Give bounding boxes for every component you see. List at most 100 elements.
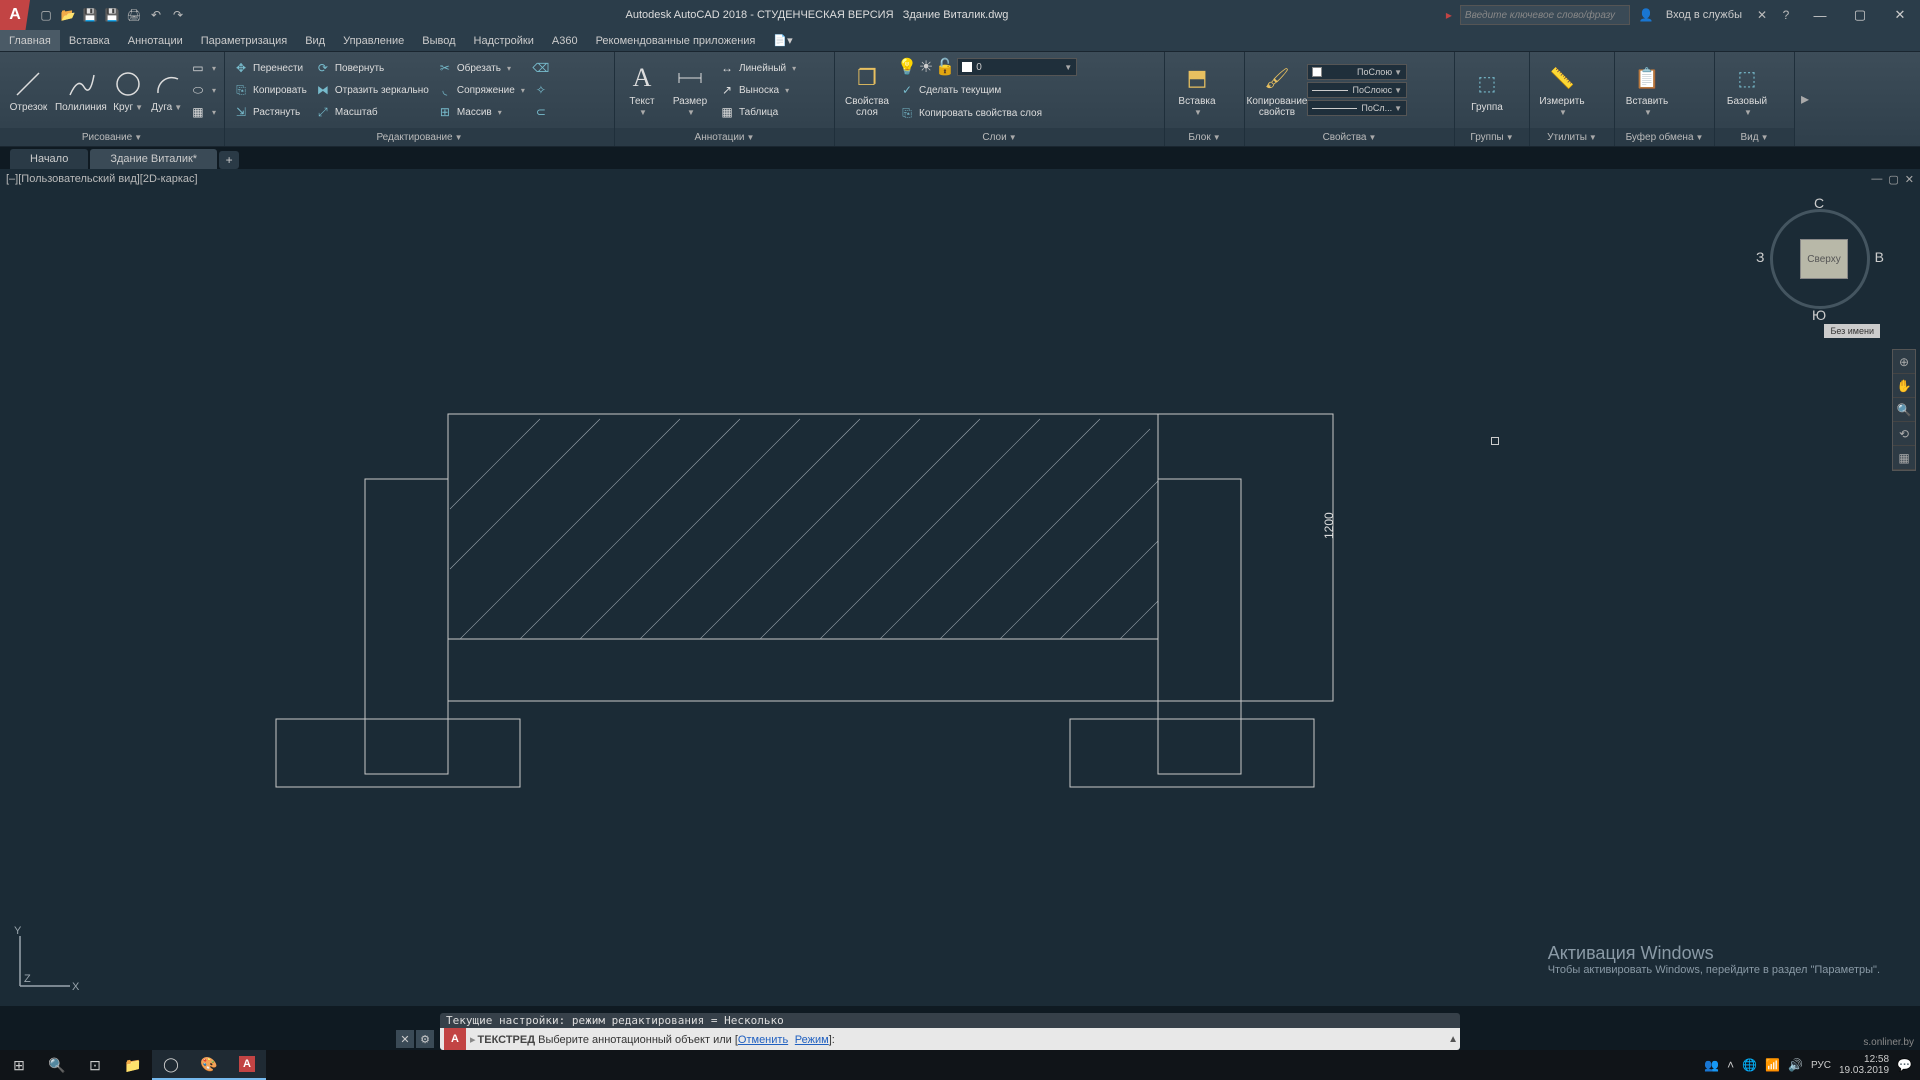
- tab-drawing[interactable]: Здание Виталик*: [90, 149, 217, 169]
- volume-icon[interactable]: 🔊: [1788, 1058, 1803, 1072]
- leader-button[interactable]: ↗Выноска▾: [717, 80, 798, 100]
- array-button[interactable]: ⊞Массив▾: [435, 102, 527, 122]
- pan-icon[interactable]: ✋: [1893, 374, 1915, 398]
- rotate-button[interactable]: ⟳Повернуть: [313, 58, 431, 78]
- rect-button[interactable]: ▭▾: [188, 58, 218, 78]
- arc-button[interactable]: Дуга▼: [149, 55, 184, 125]
- command-input[interactable]: ✕ ⚙ A ▸ ТЕКСТРЕД Выберите аннотационный …: [440, 1028, 1460, 1050]
- table-button[interactable]: ▦Таблица: [717, 102, 798, 122]
- offset-button[interactable]: ⊂: [531, 102, 551, 122]
- base-view-button[interactable]: ⬚ Базовый▼: [1721, 55, 1773, 125]
- text-button[interactable]: A Текст▼: [621, 55, 663, 125]
- explorer-icon[interactable]: 📁: [114, 1050, 152, 1080]
- tab-manage[interactable]: Управление: [334, 30, 413, 51]
- explode-button[interactable]: ✧: [531, 80, 551, 100]
- app2-icon[interactable]: 🎨: [190, 1050, 228, 1080]
- clock[interactable]: 12:58 19.03.2019: [1839, 1054, 1889, 1076]
- compass-east[interactable]: В: [1875, 249, 1884, 265]
- autocad-taskbar-icon[interactable]: A: [228, 1050, 266, 1080]
- layer-combo[interactable]: 0▼: [957, 58, 1077, 76]
- search-button[interactable]: 🔍: [38, 1050, 76, 1080]
- compass-north[interactable]: С: [1814, 195, 1824, 211]
- notifications-icon[interactable]: 💬: [1897, 1058, 1912, 1072]
- new-icon[interactable]: ▢: [38, 7, 54, 23]
- layer-props-button[interactable]: ❐ Свойства слоя: [841, 55, 893, 125]
- dimension-button[interactable]: Размер▼: [667, 55, 713, 125]
- saveas-icon[interactable]: 💾: [104, 7, 120, 23]
- tab-output[interactable]: Вывод: [413, 30, 464, 51]
- cmd-history-toggle[interactable]: ▲: [1448, 1034, 1458, 1045]
- line-button[interactable]: Отрезок: [6, 55, 51, 125]
- polyline-button[interactable]: Полилиния: [55, 55, 107, 125]
- network-icon[interactable]: 🌐: [1742, 1058, 1757, 1072]
- start-button[interactable]: ⊞: [0, 1050, 38, 1080]
- cmd-undo-link[interactable]: Отменить: [738, 1034, 788, 1046]
- print-icon[interactable]: 🖨: [126, 7, 142, 23]
- circle-button[interactable]: Круг▼: [111, 55, 146, 125]
- fillet-button[interactable]: ◟Сопряжение▾: [435, 80, 527, 100]
- taskview-button[interactable]: ⊡: [76, 1050, 114, 1080]
- app-logo-icon[interactable]: A: [0, 0, 30, 30]
- scale-button[interactable]: ⤢Масштаб: [313, 102, 431, 122]
- linetype-combo[interactable]: ПоСл...▼: [1307, 100, 1407, 116]
- cmd-options-icon[interactable]: ⚙: [416, 1030, 434, 1048]
- ellipse-button[interactable]: ⬭▾: [188, 80, 218, 100]
- copy-layer-props-button[interactable]: ⎘Копировать свойства слоя: [897, 103, 1077, 123]
- lineweight-combo[interactable]: ПоСлоюс▼: [1307, 82, 1407, 98]
- showmotion-icon[interactable]: ▦: [1893, 446, 1915, 470]
- tab-parametric[interactable]: Параметризация: [192, 30, 296, 51]
- tab-a360[interactable]: A360: [543, 30, 587, 51]
- undo-icon[interactable]: ↶: [148, 7, 164, 23]
- save-icon[interactable]: 💾: [82, 7, 98, 23]
- compass-south[interactable]: Ю: [1812, 307, 1826, 323]
- signin-icon[interactable]: 👤: [1638, 7, 1654, 23]
- tab-featured[interactable]: Рекомендованные приложения: [587, 30, 765, 51]
- help-icon[interactable]: ?: [1778, 7, 1794, 23]
- mirror-button[interactable]: ⧓Отразить зеркально: [313, 80, 431, 100]
- tab-addins[interactable]: Надстройки: [465, 30, 543, 51]
- paste-button[interactable]: 📋 Вставить▼: [1621, 55, 1673, 125]
- viewcube-top-face[interactable]: Сверху: [1800, 239, 1848, 279]
- make-current-button[interactable]: ✓Сделать текущим: [897, 80, 1077, 100]
- match-props-button[interactable]: 🖌 Копирование свойств: [1251, 55, 1303, 125]
- lang-indicator[interactable]: РУС: [1811, 1060, 1831, 1071]
- orbit-icon[interactable]: ⟲: [1893, 422, 1915, 446]
- ribbon-scroll-right[interactable]: ▸: [1795, 52, 1815, 146]
- tab-insert[interactable]: Вставка: [60, 30, 119, 51]
- redo-icon[interactable]: ↷: [170, 7, 186, 23]
- copy-button[interactable]: ⎘Копировать: [231, 80, 309, 100]
- chrome-icon[interactable]: ◯: [152, 1050, 190, 1080]
- erase-button[interactable]: ⌫: [531, 58, 551, 78]
- close-button[interactable]: ✕: [1880, 0, 1920, 30]
- tab-annotate[interactable]: Аннотации: [119, 30, 192, 51]
- tab-home[interactable]: Главная: [0, 30, 60, 51]
- hatch-button[interactable]: ▦▾: [188, 102, 218, 122]
- zoom-icon[interactable]: 🔍: [1893, 398, 1915, 422]
- people-icon[interactable]: 👥: [1704, 1058, 1719, 1072]
- compass-west[interactable]: З: [1756, 249, 1764, 265]
- tab-start[interactable]: Начало: [10, 149, 88, 169]
- cmd-close-icon[interactable]: ✕: [396, 1030, 414, 1048]
- cmd-mode-link[interactable]: Режим: [795, 1034, 829, 1046]
- steering-wheel-icon[interactable]: ⊕: [1893, 350, 1915, 374]
- viewcube[interactable]: С Ю В З Сверху: [1760, 199, 1880, 319]
- stretch-button[interactable]: ⇲Растянуть: [231, 102, 309, 122]
- color-combo[interactable]: ПоСлою▼: [1307, 64, 1407, 80]
- keyword-search-input[interactable]: Введите ключевое слово/фразу: [1460, 5, 1630, 25]
- move-button[interactable]: ✥Перенести: [231, 58, 309, 78]
- maximize-button[interactable]: ▢: [1840, 0, 1880, 30]
- insert-block-button[interactable]: ⬒ Вставка▼: [1171, 55, 1223, 125]
- tray-up-icon[interactable]: ˄: [1727, 1058, 1734, 1072]
- add-tab-button[interactable]: +: [219, 151, 239, 169]
- tab-view[interactable]: Вид: [296, 30, 334, 51]
- signin-button[interactable]: Вход в службы: [1662, 9, 1746, 21]
- measure-button[interactable]: 📏 Измерить▼: [1536, 55, 1588, 125]
- group-button[interactable]: ⬚ Группа: [1461, 55, 1513, 125]
- minimize-button[interactable]: —: [1800, 0, 1840, 30]
- exchange-icon[interactable]: ✕: [1754, 7, 1770, 23]
- linear-dim-button[interactable]: ↔Линейный▾: [717, 58, 798, 78]
- drawing-canvas[interactable]: [0, 169, 1920, 1006]
- viewcube-label[interactable]: Без имени: [1824, 324, 1880, 338]
- tab-extra-icon[interactable]: 📄▾: [764, 30, 801, 51]
- trim-button[interactable]: ✂Обрезать▾: [435, 58, 527, 78]
